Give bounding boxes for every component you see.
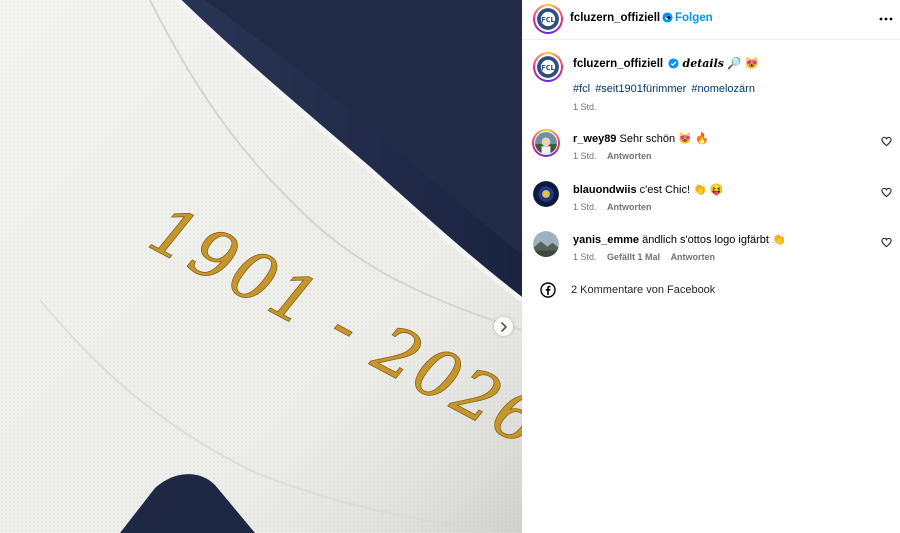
caption-text: details <box>682 57 724 70</box>
svg-text:FCL: FCL <box>541 16 555 24</box>
comment-text: c'est Chic! 👏 😝 <box>639 184 724 196</box>
comment-item: blauondwiis c'est Chic! 👏 😝 1 Std. Antwo… <box>522 181 900 225</box>
comment-item: r_wey89 Sehr schön 😻 🔥 1 Std. Antworten <box>522 129 900 174</box>
likes-count[interactable]: Gefällt 1 Mal <box>607 252 660 262</box>
comment-item: yanis_emme ändlich s'ottos logo igfärbt … <box>522 231 900 275</box>
hashtag-link[interactable]: #fcl <box>573 83 590 95</box>
reply-button[interactable]: Antworten <box>607 151 652 161</box>
reply-button[interactable]: Antworten <box>671 252 716 262</box>
heart-icon[interactable] <box>881 187 892 198</box>
facebook-comments-row[interactable]: 2 Kommentare von Facebook <box>522 281 900 301</box>
comment-time[interactable]: 1 Std. <box>573 252 597 262</box>
caption-timestamp[interactable]: 1 Std. <box>573 102 597 112</box>
author-username[interactable]: fcluzern_offiziell <box>570 12 673 24</box>
avatar-landscape-icon <box>533 231 559 257</box>
hashtag-link[interactable]: #seit1901fürimmer <box>595 83 686 95</box>
comment-username[interactable]: r_wey89 <box>573 133 616 145</box>
caption-author-avatar[interactable]: FCL <box>533 52 563 82</box>
hashtag-list: #fcl #seit1901fürimmer #nomelozärn <box>573 83 757 95</box>
comment-meta: 1 Std. Antworten <box>573 151 660 161</box>
separator-dot: • <box>667 12 671 24</box>
author-avatar[interactable]: FCL <box>533 4 563 34</box>
commenter-avatar[interactable] <box>533 231 559 257</box>
comment-body: blauondwiis c'est Chic! 👏 😝 <box>573 183 724 196</box>
post-header: FCL fcluzern_offiziell • Folgen <box>522 0 900 40</box>
verified-badge-icon <box>668 58 679 69</box>
next-image-button[interactable] <box>494 317 513 336</box>
comment-username[interactable]: blauondwiis <box>573 184 637 196</box>
jersey-photo: 1901 - 2026 <box>0 0 522 533</box>
comment-text: ändlich s'ottos logo igfärbt 👏 <box>642 234 786 246</box>
comment-meta: 1 Std. Gefällt 1 Mal Antworten <box>573 252 723 262</box>
author-name[interactable]: fcluzern_offiziell <box>570 12 660 24</box>
facebook-comments-link[interactable]: 2 Kommentare von Facebook <box>571 284 715 296</box>
heart-icon[interactable] <box>881 136 892 147</box>
caption-username[interactable]: fcluzern_offiziell <box>573 58 663 70</box>
more-options-icon[interactable] <box>878 11 894 27</box>
post-image: 1901 - 2026 <box>0 0 522 533</box>
heart-icon[interactable] <box>881 237 892 248</box>
comment-text: Sehr schön 😻 🔥 <box>619 133 709 145</box>
caption: fcluzern_offiziell details 🔎 😻 <box>573 56 759 70</box>
svg-text:FCL: FCL <box>541 64 555 72</box>
follow-button[interactable]: Folgen <box>675 12 713 24</box>
avatar-photo-icon <box>535 132 557 154</box>
chevron-right-icon <box>500 321 507 332</box>
comment-time[interactable]: 1 Std. <box>573 151 597 161</box>
fcl-logo-icon: FCL <box>537 8 559 30</box>
commenter-avatar[interactable] <box>532 129 560 157</box>
comment-username[interactable]: yanis_emme <box>573 234 639 246</box>
comment-time[interactable]: 1 Std. <box>573 202 597 212</box>
post-side-panel: FCL fcluzern_offiziell • Folgen FCL fclu… <box>522 0 900 533</box>
commenter-avatar[interactable] <box>533 181 559 207</box>
comment-body: yanis_emme ändlich s'ottos logo igfärbt … <box>573 233 786 246</box>
avatar-blue-icon <box>533 181 559 207</box>
comment-meta: 1 Std. Antworten <box>573 202 660 212</box>
reply-button[interactable]: Antworten <box>607 202 652 212</box>
hashtag-link[interactable]: #nomelozärn <box>691 83 755 95</box>
comment-body: r_wey89 Sehr schön 😻 🔥 <box>573 132 709 145</box>
fcl-logo-icon: FCL <box>537 56 559 78</box>
caption-emojis: 🔎 😻 <box>727 58 760 70</box>
facebook-icon <box>540 282 556 298</box>
